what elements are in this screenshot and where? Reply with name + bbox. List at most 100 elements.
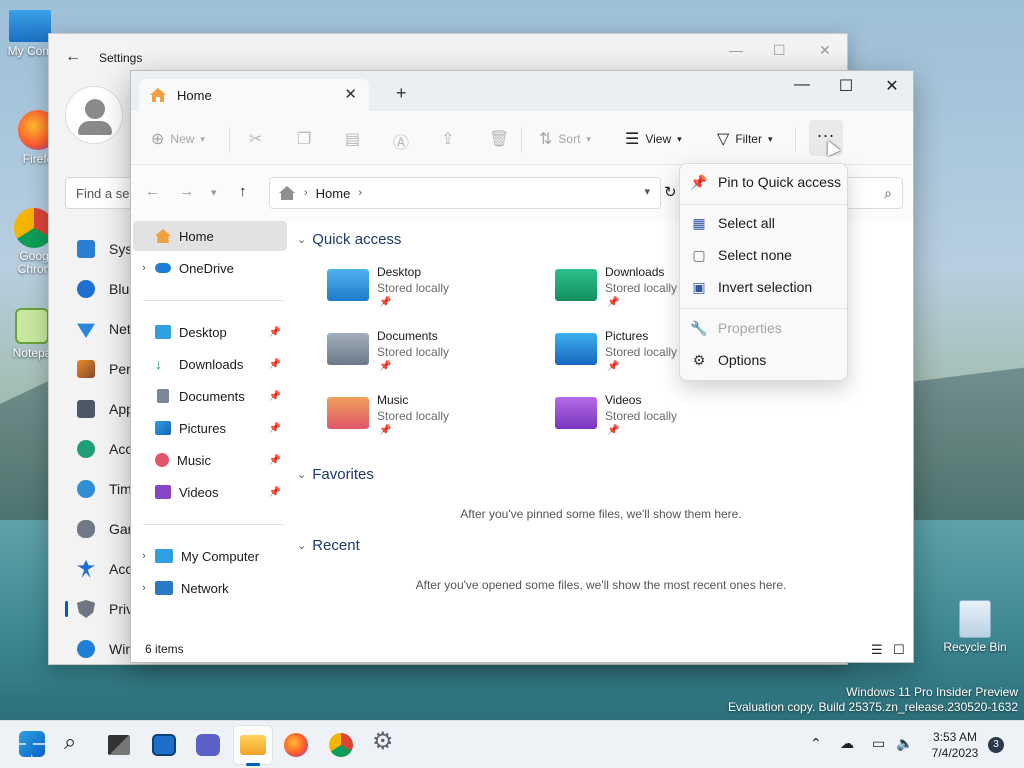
download-icon: ↓ — [155, 356, 162, 372]
sort-button[interactable]: ⇅ Sort ▾ — [539, 129, 591, 149]
quick-access-music[interactable]: Music Stored locally 📌 — [327, 391, 547, 443]
menu-item-pin-to-quick-access[interactable]: 📌 Pin to Quick access — [680, 166, 847, 198]
new-button[interactable]: ⊕ New ▾ — [151, 129, 205, 149]
menu-item-select-all[interactable]: ▦ Select all — [680, 207, 847, 239]
sidebar-item-downloads[interactable]: ↓ Downloads 📌 — [133, 349, 287, 379]
search-icon[interactable]: ⌕ — [64, 729, 92, 757]
user-avatar[interactable] — [65, 86, 123, 144]
menu-item-options[interactable]: ⚙ Options — [680, 344, 847, 376]
menu-item-properties[interactable]: 🔧 Properties — [680, 312, 847, 344]
minimize-icon[interactable]: — — [779, 76, 825, 94]
videos-folder-icon — [555, 397, 597, 429]
account-icon — [77, 440, 95, 458]
new-tab-icon[interactable]: + — [396, 83, 407, 104]
notification-badge[interactable]: 3 — [988, 737, 1004, 753]
chevron-down-icon: ▾ — [200, 133, 205, 144]
tiles-view-icon[interactable]: ☐ — [893, 642, 905, 658]
section-favorites[interactable]: ⌄ Favorites — [297, 466, 374, 483]
close-icon[interactable]: ✕ — [869, 76, 915, 96]
desktop-icon-label: My Com — [7, 44, 53, 58]
widgets-icon[interactable] — [152, 734, 176, 756]
sidebar-item-videos[interactable]: Videos 📌 — [133, 477, 287, 507]
cloud-icon — [155, 263, 171, 273]
tab-bar: Home ✕ + — ☐ ✕ — [131, 71, 913, 111]
shield-icon — [77, 600, 95, 618]
settings-gear-icon[interactable]: ⚙ — [372, 727, 400, 755]
forward-arrow-icon[interactable]: → — [179, 183, 194, 200]
sidebar-item-pictures[interactable]: Pictures 📌 — [133, 413, 287, 443]
quick-access-desktop[interactable]: Desktop Stored locally 📌 — [327, 263, 547, 315]
section-quick-access[interactable]: ⌄ Quick access — [297, 231, 401, 248]
menu-item-select-none[interactable]: ▢ Select none — [680, 239, 847, 271]
sidebar-item-music[interactable]: Music 📌 — [133, 445, 287, 475]
menu-item-invert-selection[interactable]: ▣ Invert selection — [680, 271, 847, 303]
watermark-build: Evaluation copy. Build 25375.zn_release.… — [728, 700, 1018, 714]
chevron-right-icon[interactable]: › — [133, 582, 155, 594]
globe-icon — [77, 480, 95, 498]
address-bar[interactable]: › Home › ▾ — [269, 177, 661, 209]
share-icon[interactable]: ⇪ — [441, 129, 454, 149]
sidebar-item-network[interactable]: › Network — [133, 573, 287, 603]
volume-icon[interactable]: 🔈 — [896, 735, 913, 752]
wifi-icon — [77, 323, 95, 338]
start-icon[interactable] — [19, 731, 45, 757]
file-explorer-icon[interactable] — [240, 735, 266, 755]
firefox-icon[interactable] — [284, 733, 308, 757]
sidebar-item-my-computer[interactable]: › My Computer — [133, 541, 287, 571]
pictures-folder-icon — [555, 333, 597, 365]
chat-icon[interactable] — [196, 734, 220, 756]
maximize-icon[interactable]: ☐ — [773, 42, 786, 59]
sidebar-item-home[interactable]: Home — [133, 221, 287, 251]
quick-access-documents[interactable]: Documents Stored locally 📌 — [327, 327, 547, 379]
recent-empty-message: After you've opened some files, we'll sh… — [415, 578, 787, 592]
refresh-icon[interactable]: ↻ — [664, 183, 677, 201]
breadcrumb-home[interactable]: Home — [316, 186, 351, 201]
sidebar-item-onedrive[interactable]: › OneDrive — [133, 253, 287, 283]
delete-icon[interactable]: 🗑 — [489, 129, 509, 149]
paste-icon[interactable]: ▤ — [345, 129, 360, 149]
recent-locations-icon[interactable]: ▾ — [211, 186, 217, 199]
sort-icon: ⇅ — [539, 131, 553, 148]
network-icon[interactable]: ▭ — [872, 735, 885, 752]
cut-icon[interactable]: ✂ — [249, 129, 262, 149]
chevron-right-icon[interactable]: › — [133, 262, 155, 274]
section-recent[interactable]: ⌄ Recent — [297, 537, 360, 554]
clock[interactable]: 3:53 AM 7/4/2023 — [920, 729, 990, 761]
back-arrow-icon[interactable]: ← — [65, 48, 81, 66]
chevron-right-icon[interactable]: › — [133, 550, 155, 562]
details-view-icon[interactable]: ☰ — [871, 642, 883, 658]
view-icon: ☰ — [625, 131, 640, 148]
desktop-icon-label: Notepa — [12, 346, 52, 360]
copy-icon[interactable]: ❐ — [297, 129, 311, 149]
minimize-icon[interactable]: — — [729, 42, 743, 58]
downloads-folder-icon — [555, 269, 597, 301]
monitor-icon — [9, 10, 51, 42]
music-folder-icon — [327, 397, 369, 429]
sidebar-item-desktop[interactable]: Desktop 📌 — [133, 317, 287, 347]
address-dropdown-icon[interactable]: ▾ — [644, 185, 650, 198]
rename-icon[interactable]: Ⓐ — [393, 129, 409, 153]
close-tab-icon[interactable]: ✕ — [344, 85, 357, 103]
clock-time: 3:53 AM — [932, 730, 978, 744]
search-icon: ⌕ — [884, 185, 892, 201]
back-arrow-icon[interactable]: ← — [145, 183, 160, 200]
pin-icon: 📌 — [268, 454, 281, 466]
sidebar-item-documents[interactable]: Documents 📌 — [133, 381, 287, 411]
notepad-icon — [15, 308, 49, 344]
desktop-icon-recycle-bin[interactable]: Recycle Bin — [940, 600, 1010, 654]
view-button[interactable]: ☰ View ▾ — [625, 129, 682, 149]
task-view-icon[interactable] — [108, 735, 130, 755]
filter-button[interactable]: ▽ Filter ▾ — [717, 129, 773, 149]
onedrive-offline-icon[interactable]: ☁ — [840, 735, 854, 752]
chrome-icon[interactable] — [329, 733, 353, 757]
divider — [680, 204, 847, 205]
close-icon[interactable]: ✕ — [819, 42, 831, 59]
chevron-down-icon: ▾ — [677, 133, 682, 144]
maximize-icon[interactable]: ☐ — [823, 76, 869, 96]
pin-icon: 📌 — [268, 326, 281, 338]
navigation-pane: Home › OneDrive Desktop 📌 ↓ Downloads 📌 … — [131, 221, 293, 631]
up-arrow-icon[interactable]: ↑ — [239, 183, 247, 200]
tab-home[interactable]: Home ✕ — [139, 79, 369, 111]
quick-access-videos[interactable]: Videos Stored locally 📌 — [555, 391, 775, 443]
chevron-up-icon[interactable]: ⌃ — [810, 735, 822, 752]
